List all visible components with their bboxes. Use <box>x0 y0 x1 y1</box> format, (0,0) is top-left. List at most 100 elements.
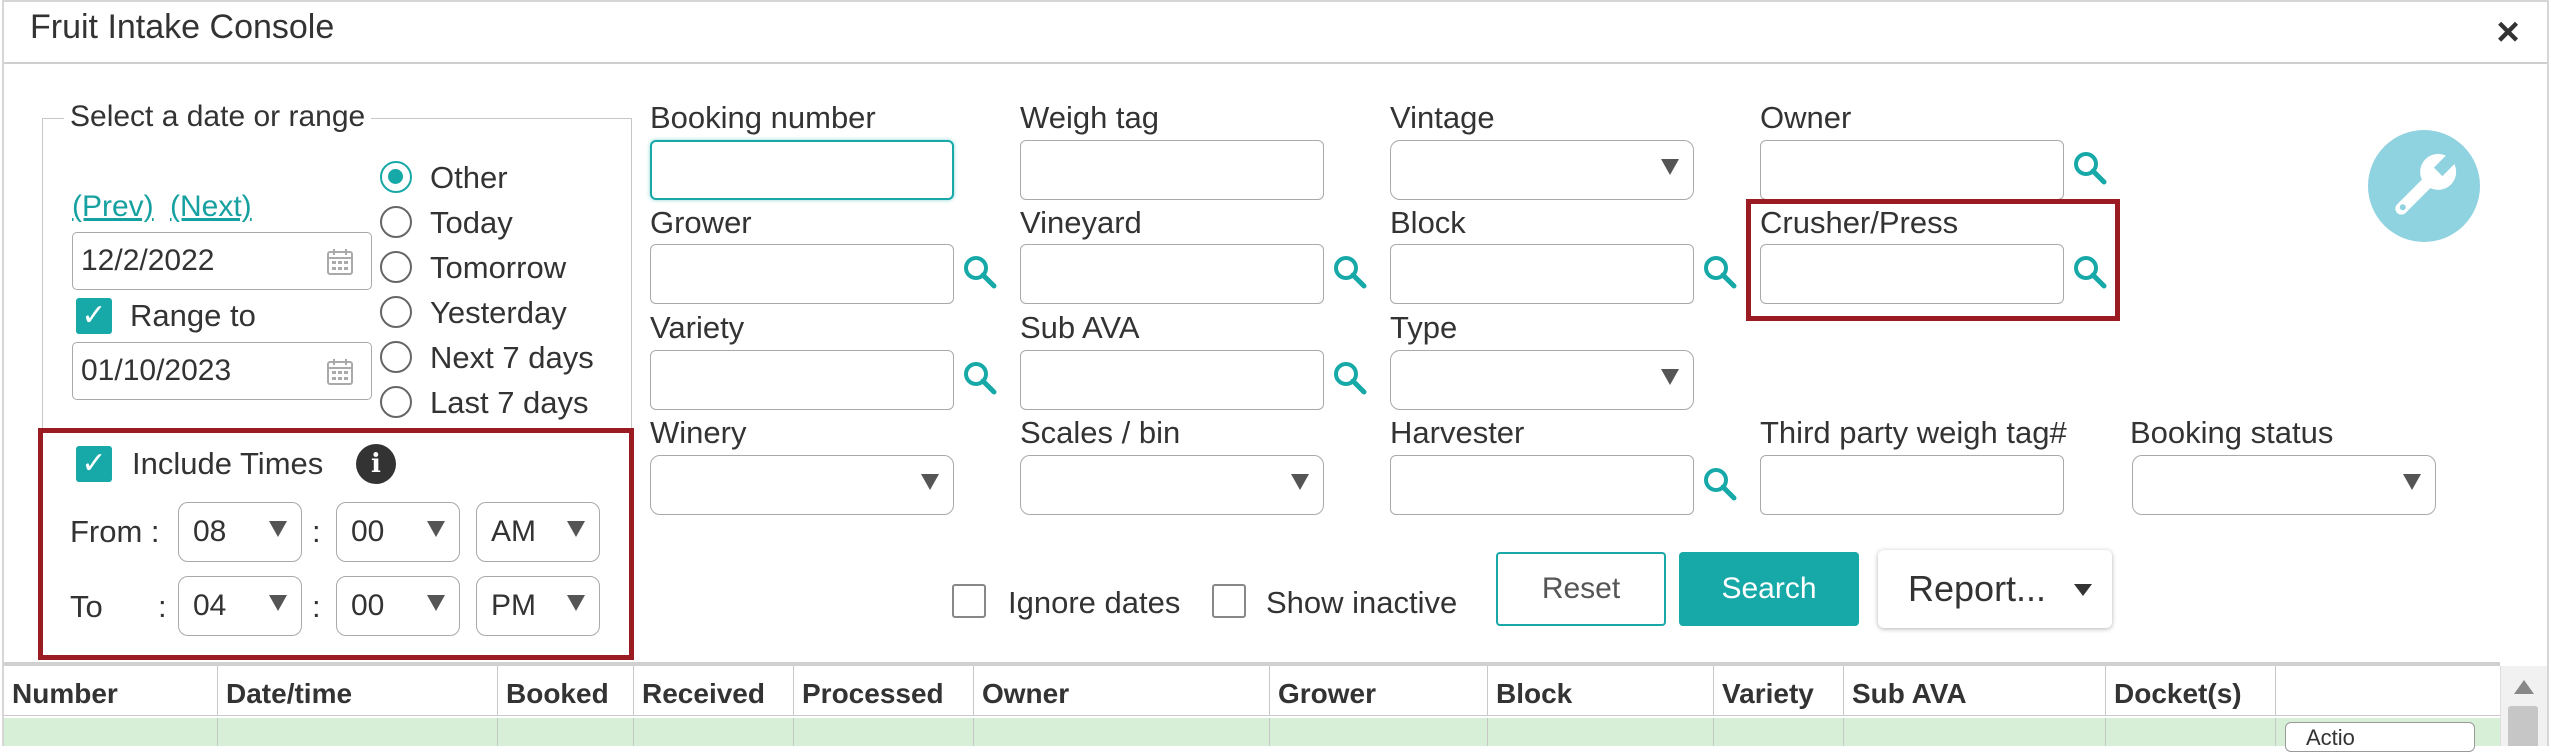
caret-down-icon <box>2074 584 2092 596</box>
show-inactive-checkbox[interactable] <box>1212 584 1246 618</box>
to-minute-select[interactable]: 00 <box>336 576 460 636</box>
radio-label-today: Today <box>430 205 513 240</box>
wrench-icon[interactable] <box>2368 130 2480 242</box>
search-icon[interactable] <box>1702 466 1738 502</box>
table-cell <box>794 718 974 746</box>
radio-next-7-days[interactable] <box>380 341 412 373</box>
radio-label-last-7-days: Last 7 days <box>430 385 589 420</box>
scroll-up-icon[interactable] <box>2514 680 2534 694</box>
date-from-input[interactable]: 12/2/2022 <box>72 232 372 290</box>
column-header-datetime[interactable]: Date/time <box>218 666 498 716</box>
grower-label: Grower <box>650 205 752 240</box>
prev-link[interactable]: (Prev) <box>72 190 154 224</box>
table-cell <box>498 718 634 746</box>
sub-ava-input[interactable] <box>1020 350 1324 410</box>
table-cell <box>634 718 794 746</box>
title-bar <box>4 2 2547 64</box>
include-times-label: Include Times <box>132 446 324 481</box>
radio-last-7-days[interactable] <box>380 386 412 418</box>
search-icon[interactable] <box>2072 254 2108 290</box>
booking-number-label: Booking number <box>650 100 876 135</box>
chevron-down-icon <box>1661 159 1679 175</box>
to-ampm-value: PM <box>491 589 536 622</box>
sub-ava-label: Sub AVA <box>1020 310 1140 345</box>
ignore-dates-checkbox[interactable] <box>952 584 986 618</box>
to-ampm-select[interactable]: PM <box>476 576 600 636</box>
search-icon[interactable] <box>1702 254 1738 290</box>
calendar-icon[interactable] <box>325 247 355 277</box>
close-icon[interactable]: × <box>2488 12 2528 52</box>
column-header-booked[interactable]: Booked <box>498 666 634 716</box>
search-icon[interactable] <box>2072 150 2108 186</box>
variety-input[interactable] <box>650 350 954 410</box>
include-times-checkbox[interactable]: ✓ <box>76 446 112 482</box>
chevron-down-icon <box>567 521 585 537</box>
range-to-label: Range to <box>130 298 256 333</box>
reset-button[interactable]: Reset <box>1496 552 1666 626</box>
harvester-input[interactable] <box>1390 455 1694 515</box>
crusher-press-label: Crusher/Press <box>1760 205 1959 240</box>
type-label: Type <box>1390 310 1458 345</box>
column-header-processed[interactable]: Processed <box>794 666 974 716</box>
vintage-label: Vintage <box>1390 100 1495 135</box>
chevron-down-icon <box>269 595 287 611</box>
scales-bin-label: Scales / bin <box>1020 415 1181 450</box>
column-header-owner[interactable]: Owner <box>974 666 1270 716</box>
column-header-grower[interactable]: Grower <box>1270 666 1488 716</box>
range-to-checkbox[interactable]: ✓ <box>76 298 112 334</box>
report-button[interactable]: Report... <box>1878 550 2112 628</box>
radio-yesterday[interactable] <box>380 296 412 328</box>
chevron-down-icon <box>567 595 585 611</box>
search-icon[interactable] <box>962 360 998 396</box>
info-icon[interactable]: i <box>356 444 396 484</box>
row-action-button[interactable]: Actio <box>2285 722 2475 752</box>
vineyard-input[interactable] <box>1020 244 1324 304</box>
winery-select[interactable] <box>650 455 954 515</box>
from-ampm-select[interactable]: AM <box>476 502 600 562</box>
radio-other[interactable] <box>380 161 412 193</box>
owner-input[interactable] <box>1760 140 2064 200</box>
grower-input[interactable] <box>650 244 954 304</box>
third-party-weigh-tag-input[interactable] <box>1760 455 2064 515</box>
search-icon[interactable] <box>962 254 998 290</box>
column-header-sub-ava[interactable]: Sub AVA <box>1844 666 2106 716</box>
ignore-dates-label: Ignore dates <box>1008 585 1181 620</box>
radio-label-tomorrow: Tomorrow <box>430 250 567 285</box>
date-range-legend: Select a date or range <box>64 100 372 134</box>
variety-label: Variety <box>650 310 745 345</box>
table-cell <box>1714 718 1844 746</box>
date-from-value: 12/2/2022 <box>81 244 215 277</box>
weigh-tag-input[interactable] <box>1020 140 1324 200</box>
calendar-icon[interactable] <box>325 357 355 387</box>
column-header-number[interactable]: Number <box>4 666 218 716</box>
table-cell <box>4 718 218 746</box>
column-header-variety[interactable]: Variety <box>1714 666 1844 716</box>
vintage-select[interactable] <box>1390 140 1694 200</box>
booking-number-input[interactable] <box>650 140 954 200</box>
next-link[interactable]: (Next) <box>170 190 252 224</box>
type-select[interactable] <box>1390 350 1694 410</box>
column-header-received[interactable]: Received <box>634 666 794 716</box>
from-hour-value: 08 <box>193 515 227 548</box>
search-icon[interactable] <box>1332 360 1368 396</box>
date-to-input[interactable]: 01/10/2023 <box>72 342 372 400</box>
table-cell <box>1844 718 2106 746</box>
crusher-press-input[interactable] <box>1760 244 2064 304</box>
block-input[interactable] <box>1390 244 1694 304</box>
booking-status-select[interactable] <box>2132 455 2436 515</box>
radio-tomorrow[interactable] <box>380 251 412 283</box>
column-header-block[interactable]: Block <box>1488 666 1714 716</box>
block-label: Block <box>1390 205 1466 240</box>
to-hour-select[interactable]: 04 <box>178 576 302 636</box>
to-hour-value: 04 <box>193 589 227 622</box>
to-time-colon: : <box>158 589 167 624</box>
from-minute-select[interactable]: 00 <box>336 502 460 562</box>
scales-bin-select[interactable] <box>1020 455 1324 515</box>
column-header-dockets[interactable]: Docket(s) <box>2106 666 2276 716</box>
search-icon[interactable] <box>1332 254 1368 290</box>
third-party-weigh-tag-label: Third party weigh tag# <box>1760 415 2067 450</box>
scrollbar-thumb[interactable] <box>2508 706 2538 746</box>
search-button[interactable]: Search <box>1679 552 1859 626</box>
from-hour-select[interactable]: 08 <box>178 502 302 562</box>
radio-today[interactable] <box>380 206 412 238</box>
